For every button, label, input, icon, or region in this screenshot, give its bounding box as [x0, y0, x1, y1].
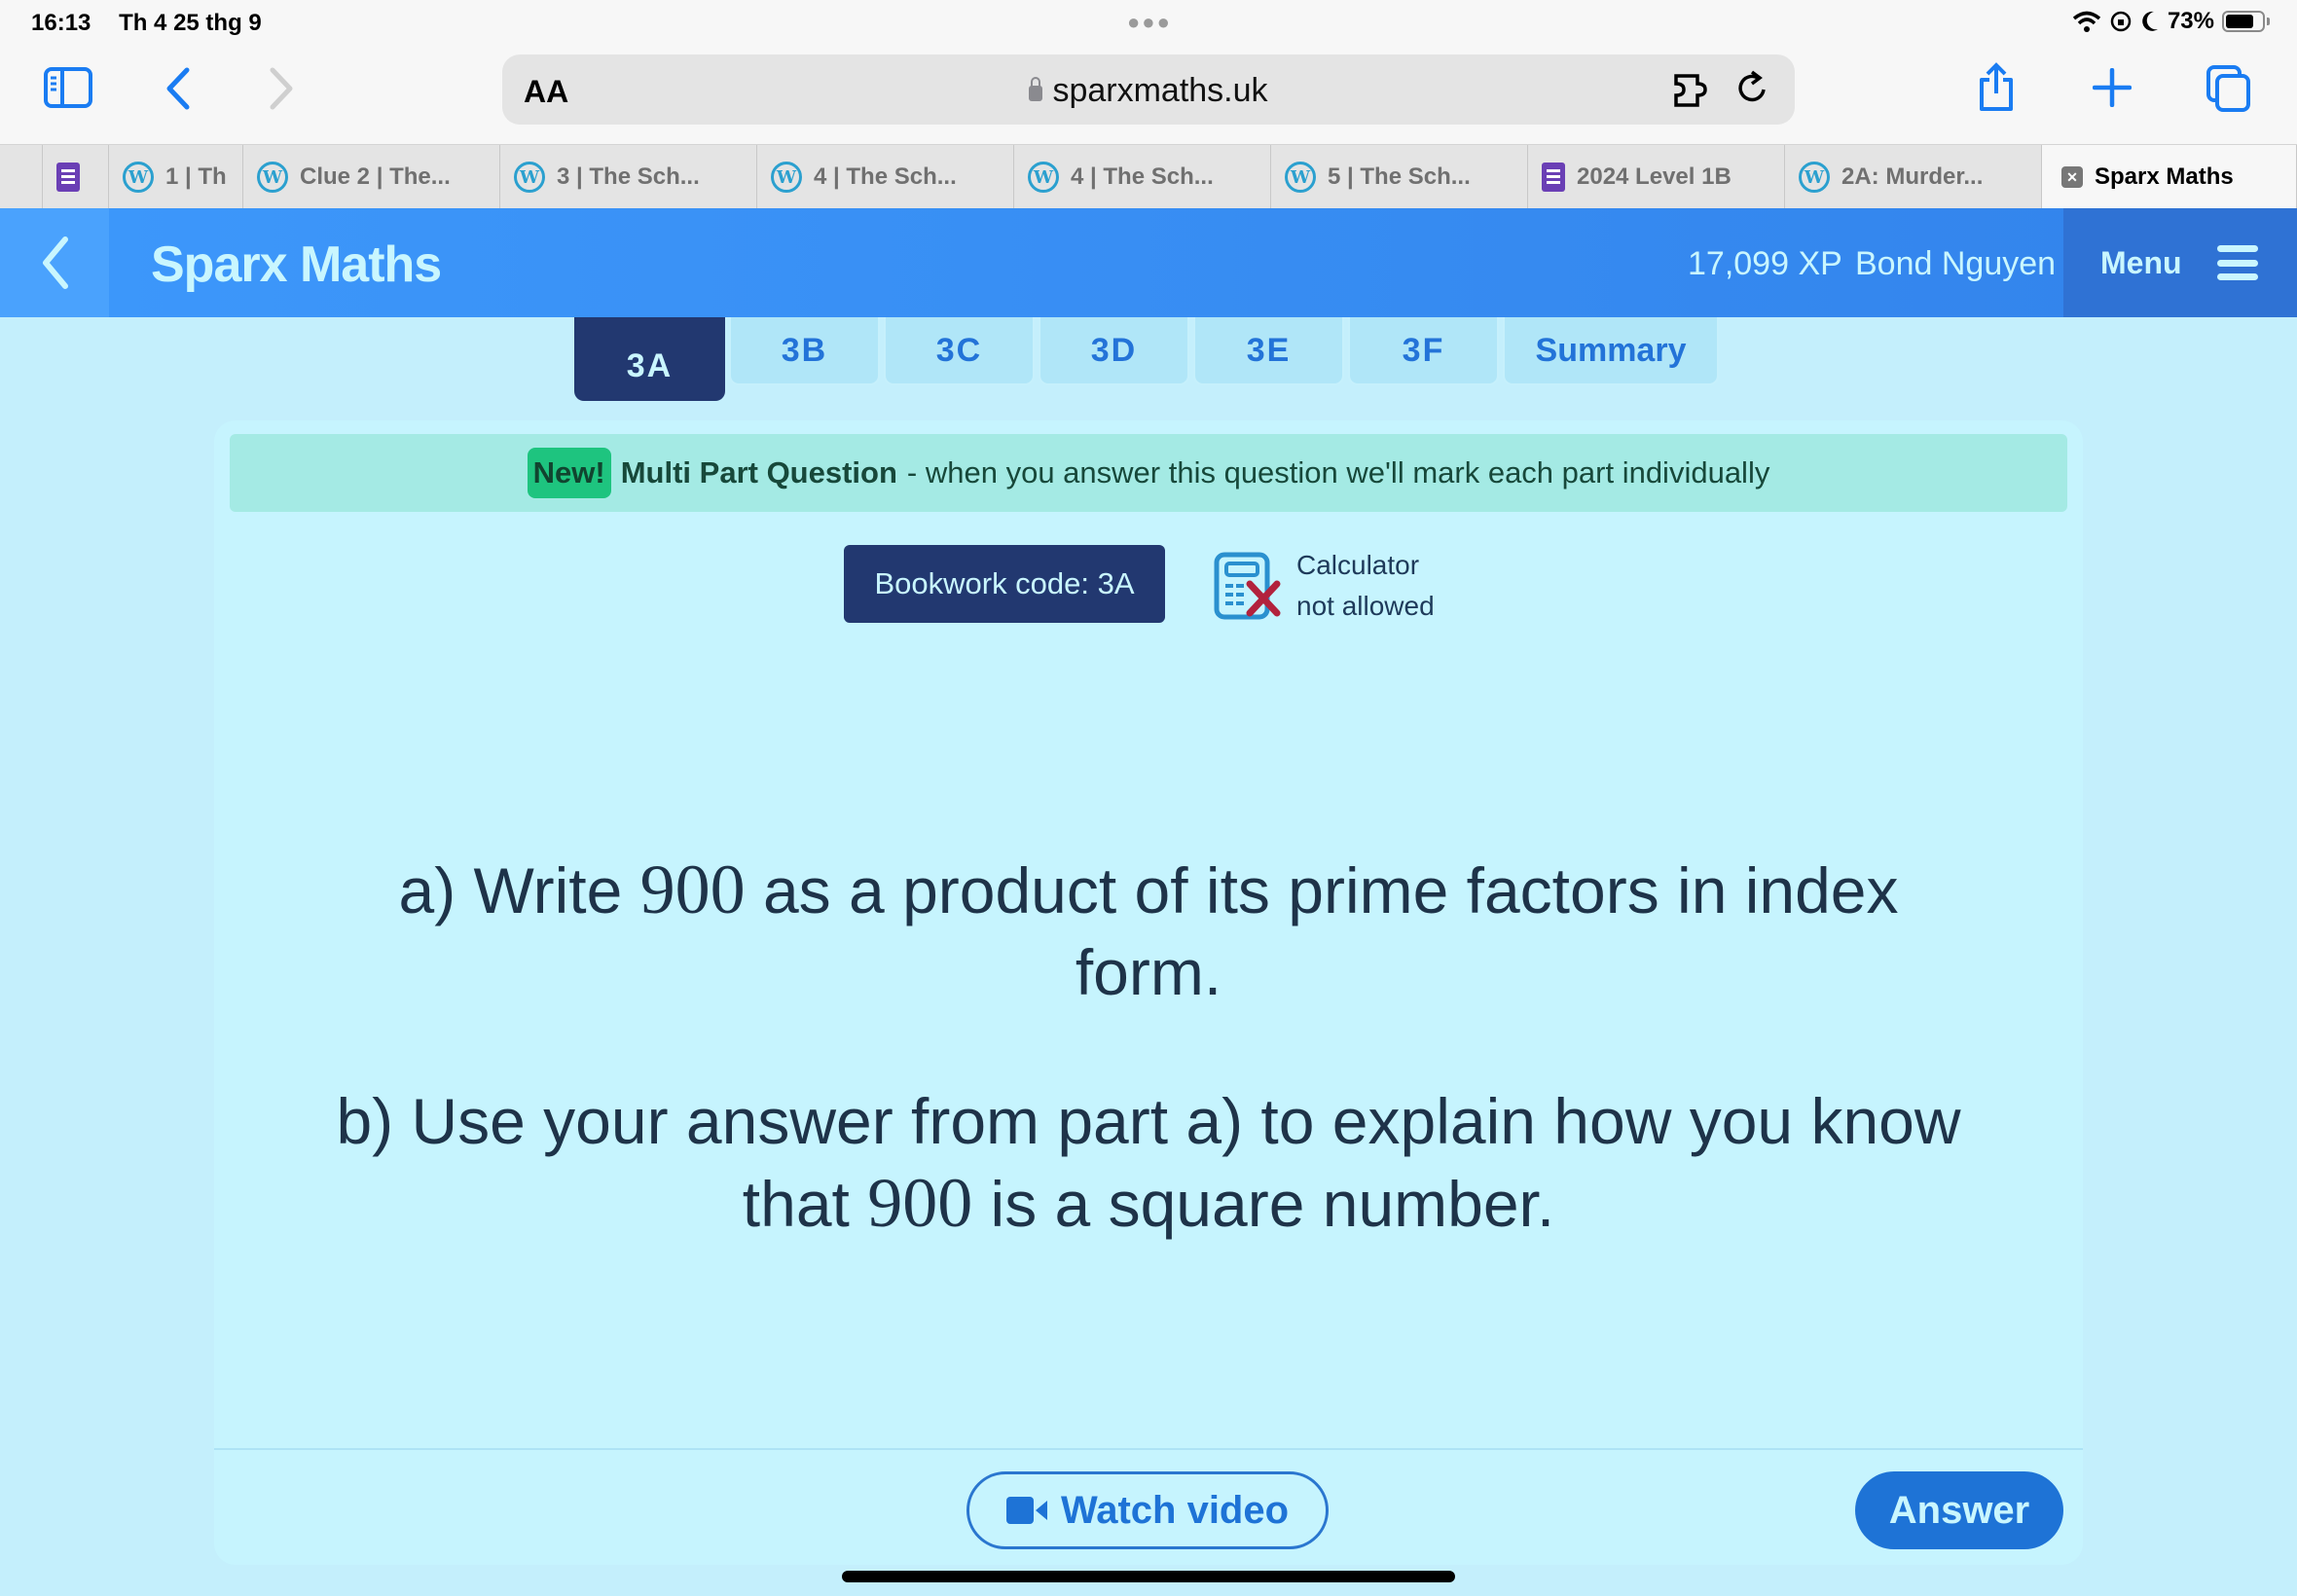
- part-a-prefix: a) Write: [398, 854, 640, 926]
- tab-3b[interactable]: 3B: [729, 317, 880, 385]
- sidebar-icon[interactable]: [43, 66, 93, 109]
- wordpress-icon: W: [771, 162, 802, 193]
- calculator-status: Calculator not allowed: [1213, 545, 1435, 627]
- battery-percent: 73%: [2167, 8, 2214, 34]
- battery-icon: [2222, 11, 2265, 32]
- wordpress-icon: W: [1028, 162, 1059, 193]
- url-display[interactable]: sparxmaths.uk: [502, 72, 1795, 110]
- url-text: sparxmaths.uk: [1052, 72, 1268, 109]
- tab-label: Sparx Maths: [2095, 163, 2234, 190]
- tab-label: 3 | The Sch...: [557, 163, 700, 190]
- video-camera-icon: [1005, 1497, 1047, 1524]
- tab-label: Clue 2 | The...: [300, 163, 451, 190]
- question-part-b: b) Use your answer from part a) to expla…: [214, 1080, 2083, 1245]
- tab-3e[interactable]: 3E: [1193, 317, 1344, 385]
- address-bar[interactable]: AA sparxmaths.uk: [502, 54, 1795, 125]
- app-header: Sparx Maths 17,099 XP Bond Nguyen Menu: [0, 208, 2297, 317]
- answer-button[interactable]: Answer: [1855, 1471, 2063, 1549]
- battery-nub: [2267, 18, 2270, 25]
- part-b-number: 900: [867, 1164, 973, 1242]
- tab-label: 5 | The Sch...: [1328, 163, 1471, 190]
- home-indicator[interactable]: [842, 1571, 1455, 1582]
- status-time: 16:13: [31, 10, 91, 36]
- status-bar: 16:13 Th 4 25 thg 9 ●●● 73%: [0, 0, 2297, 47]
- browser-tab[interactable]: W 2A: Murder...: [1785, 145, 2042, 209]
- app-logo[interactable]: Sparx Maths: [151, 236, 442, 294]
- hamburger-icon: [2216, 245, 2258, 280]
- lock-icon: [1029, 77, 1043, 101]
- tab-3c[interactable]: 3C: [884, 317, 1035, 385]
- tab-3a[interactable]: 3A: [574, 317, 725, 401]
- status-date: Th 4 25 thg 9: [119, 10, 262, 36]
- browser-tab[interactable]: [43, 145, 109, 209]
- chevron-left-icon: [43, 236, 68, 289]
- tab-label: 2024 Level 1B: [1577, 163, 1732, 190]
- watch-video-label: Watch video: [1060, 1488, 1290, 1532]
- menu-button[interactable]: Menu: [2063, 208, 2297, 317]
- forward-icon[interactable]: [267, 66, 296, 111]
- part-a-suffix: as a product of its prime factors in ind…: [745, 854, 1899, 1008]
- share-icon[interactable]: [1976, 62, 2017, 113]
- browser-tab[interactable]: W 5 | The Sch...: [1271, 145, 1528, 209]
- close-tab-icon[interactable]: ✕: [2061, 166, 2083, 188]
- tab-3f[interactable]: 3F: [1348, 317, 1499, 385]
- watch-video-button[interactable]: Watch video: [966, 1471, 1329, 1549]
- wordpress-icon: W: [257, 162, 288, 193]
- wordpress-icon: W: [514, 162, 545, 193]
- browser-tab-bar: W 1 | Th W Clue 2 | The... W 3 | The Sch...…: [0, 144, 2297, 209]
- new-badge: New!: [527, 448, 611, 498]
- browser-tab[interactable]: [0, 145, 43, 209]
- orientation-lock-icon: [2110, 11, 2132, 32]
- browser-tab[interactable]: W 1 | Th: [109, 145, 243, 209]
- wordpress-icon: W: [1799, 162, 1830, 193]
- forms-icon: [56, 163, 80, 192]
- browser-tab[interactable]: W 4 | The Sch...: [757, 145, 1014, 209]
- banner-text: - when you answer this question we'll ma…: [906, 455, 1770, 490]
- bookwork-code: Bookwork code: 3A: [844, 545, 1165, 623]
- new-tab-icon[interactable]: [2093, 68, 2132, 107]
- extension-icon[interactable]: [1672, 70, 1715, 111]
- wordpress-icon: W: [1285, 162, 1316, 193]
- app-back-button[interactable]: [0, 208, 109, 317]
- tab-label: 4 | The Sch...: [1071, 163, 1214, 190]
- part-b-suffix: is a square number.: [972, 1168, 1555, 1240]
- status-time-date: 16:13 Th 4 25 thg 9: [31, 10, 283, 37]
- tab-label: 2A: Murder...: [1841, 163, 1984, 190]
- calculator-line2: not allowed: [1296, 591, 1435, 621]
- tab-summary[interactable]: Summary: [1503, 317, 1719, 385]
- calculator-line1: Calculator: [1296, 550, 1420, 580]
- browser-tab[interactable]: W 4 | The Sch...: [1014, 145, 1271, 209]
- calculator-not-allowed-icon: [1214, 552, 1281, 620]
- xp-counter: 17,099 XP: [1688, 245, 1842, 282]
- status-indicators: 73%: [2072, 8, 2270, 35]
- question-card: New! Multi Part Question - when you answ…: [214, 420, 2083, 1565]
- multi-part-banner: New! Multi Part Question - when you answ…: [230, 434, 2067, 512]
- question-tabs: 3A 3B 3C 3D 3E 3F Summary: [574, 317, 1719, 401]
- reload-icon[interactable]: [1736, 68, 1769, 111]
- forms-icon: [1542, 163, 1565, 192]
- tabs-overview-icon[interactable]: [2206, 64, 2252, 113]
- banner-title: Multi Part Question: [620, 455, 897, 490]
- part-a-number: 900: [639, 851, 746, 928]
- browser-tab[interactable]: 2024 Level 1B: [1528, 145, 1785, 209]
- question-part-a: a) Write 900 as a product of its prime f…: [214, 849, 2083, 1013]
- tab-3d[interactable]: 3D: [1039, 317, 1189, 385]
- tab-label: 1 | Th: [165, 163, 227, 190]
- card-divider: [214, 1448, 2083, 1450]
- moon-icon: [2142, 11, 2158, 31]
- wordpress-icon: W: [123, 162, 154, 193]
- multitasking-dots-icon[interactable]: ●●●: [1127, 10, 1172, 35]
- back-icon[interactable]: [164, 66, 193, 111]
- tab-label: 4 | The Sch...: [814, 163, 957, 190]
- browser-tab-active[interactable]: ✕ Sparx Maths: [2042, 145, 2297, 209]
- menu-label: Menu: [2100, 244, 2182, 280]
- wifi-icon: [2072, 11, 2101, 32]
- browser-tab[interactable]: W Clue 2 | The...: [243, 145, 500, 209]
- user-name: Bond Nguyen: [1855, 245, 2057, 282]
- browser-toolbar: AA sparxmaths.uk: [0, 47, 2297, 144]
- browser-tab[interactable]: W 3 | The Sch...: [500, 145, 757, 209]
